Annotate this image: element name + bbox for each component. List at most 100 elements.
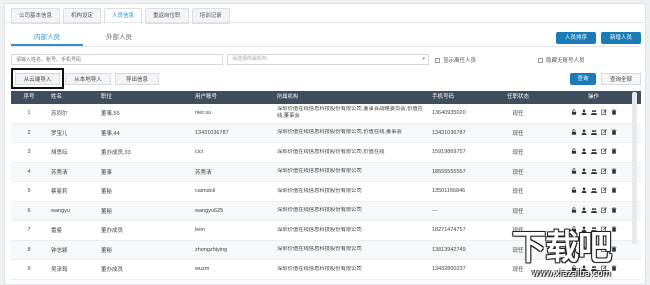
row-actions (546, 109, 641, 117)
unlock-icon[interactable] (571, 129, 577, 137)
user-icon[interactable] (581, 129, 587, 137)
trash-icon[interactable] (611, 109, 617, 117)
cell-phone: 13640935020 (432, 110, 466, 117)
cell-org: 深圳价值在线信息科技股份有限公司 (277, 226, 362, 233)
user-icon[interactable] (581, 168, 587, 176)
cell-position: 董秘 (101, 189, 113, 196)
cell-account: 苏秀清 (195, 169, 212, 176)
header-name[interactable]: 姓名 (47, 91, 97, 104)
header-position[interactable]: 职位 (97, 91, 191, 104)
cell-status: 现任 (512, 208, 524, 215)
tab-internal-staff[interactable]: 内部人员 (11, 31, 83, 46)
unlock-icon[interactable] (571, 148, 577, 156)
sort-staff-button[interactable]: 人员排序 (556, 32, 596, 44)
cell-number: 1 (27, 110, 31, 117)
cell-number: 7 (27, 227, 31, 234)
org-select[interactable]: 请选择所属机构 ▾ (227, 54, 429, 65)
cell-name: 蔡曼莉 (51, 189, 68, 196)
users-icon[interactable] (590, 207, 597, 215)
cell-phone: 13501166846 (432, 188, 466, 195)
trash-icon[interactable] (611, 207, 617, 215)
show-resigned-label: 显示离任人员 (443, 58, 477, 64)
checkbox-icon (435, 57, 440, 63)
hide-no-account-label: 隐藏无账号人员 (546, 58, 585, 64)
cell-name: 苏秀清 (51, 169, 68, 176)
keyword-search-input[interactable] (11, 54, 223, 65)
cell-name: 胡思纭 (51, 150, 68, 157)
cell-status: 现任 (512, 130, 524, 137)
divider (11, 46, 639, 47)
hide-no-account-checkbox[interactable]: 隐藏无账号人员 (538, 56, 585, 64)
row-actions (546, 168, 641, 176)
query-button[interactable]: 查询 (570, 73, 596, 85)
header-account[interactable]: 用户账号 (191, 91, 273, 104)
query-all-button[interactable]: 查询全部 (601, 73, 641, 85)
unlock-icon[interactable] (571, 207, 577, 215)
show-resigned-checkbox[interactable]: 显示离任人员 (435, 56, 476, 64)
cell-status: 现任 (512, 189, 524, 196)
cell-actions (546, 168, 641, 176)
export-button[interactable]: 导出信息 (115, 73, 159, 85)
unlock-icon[interactable] (571, 187, 577, 195)
cell-number: 3 (27, 149, 31, 156)
cell-number: 4 (27, 168, 31, 175)
unlock-icon[interactable] (571, 168, 577, 176)
user-icon[interactable] (581, 187, 587, 195)
cell-phone: 18555555557 (432, 168, 466, 175)
cell-position: 董事,44 (101, 130, 120, 137)
cell-status: 现任 (512, 150, 524, 157)
header-org[interactable]: 所属机构 (273, 91, 428, 104)
edit-icon[interactable] (600, 148, 607, 156)
watermark-url: www.xiazaiba.com (532, 269, 611, 279)
table-row: 5 蔡曼莉 董秘 caimanli 深圳价值在线信息科技股份有限公司 1350116684… (11, 182, 641, 202)
header-status[interactable]: 任职状态 (490, 91, 546, 104)
edit-icon[interactable] (600, 207, 607, 215)
trash-icon[interactable] (611, 148, 617, 156)
users-icon[interactable] (590, 168, 597, 176)
header-phone[interactable]: 手机号码 (428, 91, 490, 104)
cell-name: wangyu (51, 207, 70, 214)
cell-org: 深圳价值在线信息科技股份有限公司,价值在线 (277, 148, 385, 155)
cell-org: 深圳价值在线信息科技股份有限公司 (277, 265, 362, 272)
edit-icon[interactable] (600, 187, 607, 195)
cell-phone: 15919869757 (432, 149, 466, 156)
user-icon[interactable] (581, 148, 587, 156)
trash-icon[interactable] (611, 129, 617, 137)
watermark-logo: 下载吧 www.xiazaiba.com (508, 220, 648, 284)
users-icon[interactable] (590, 187, 597, 195)
tab-external-staff[interactable]: 外部人员 (83, 31, 155, 44)
cell-number: 2 (27, 129, 31, 136)
cell-phone: 13432800237 (432, 266, 466, 273)
row-actions (546, 148, 641, 156)
cell-actions (546, 129, 641, 137)
cell-actions (546, 109, 641, 117)
chevron-down-icon: ▾ (422, 56, 425, 62)
cell-position: 董秘 (101, 208, 113, 215)
users-icon[interactable] (590, 148, 597, 156)
users-icon[interactable] (590, 129, 597, 137)
cell-account: cici (195, 149, 203, 156)
import-from-local-button[interactable]: 从本地导入 (65, 73, 111, 85)
watermark-title: 下载吧 (512, 228, 612, 268)
table-row: 1 苏同尔 董事,55 nier.su 深圳价值在线信息科技股份有限公司,董事会战略委员… (11, 104, 641, 124)
cell-actions (546, 187, 641, 195)
edit-icon[interactable] (600, 168, 607, 176)
user-icon[interactable] (581, 109, 587, 117)
cell-number: 6 (27, 207, 31, 214)
table-row: 2 罗宝儿 董事,44 13431036787 深圳价值在线信息科技股份有限公司,价值在… (11, 123, 641, 143)
unlock-icon[interactable] (571, 109, 577, 117)
cell-phone: 13813942749 (432, 246, 466, 253)
cell-account: caimanli (195, 188, 216, 195)
cell-account: leim (195, 227, 206, 234)
add-staff-button[interactable]: 新增人员 (601, 32, 641, 44)
edit-icon[interactable] (600, 129, 607, 137)
cell-name: 钟志颖 (51, 247, 68, 254)
users-icon[interactable] (590, 109, 597, 117)
row-actions (546, 129, 641, 137)
trash-icon[interactable] (611, 187, 617, 195)
edit-icon[interactable] (600, 109, 607, 117)
cell-org: 深圳价值在线信息科技股份有限公司 (277, 187, 362, 194)
trash-icon[interactable] (611, 168, 617, 176)
checkbox-icon (538, 57, 543, 63)
user-icon[interactable] (581, 207, 587, 215)
